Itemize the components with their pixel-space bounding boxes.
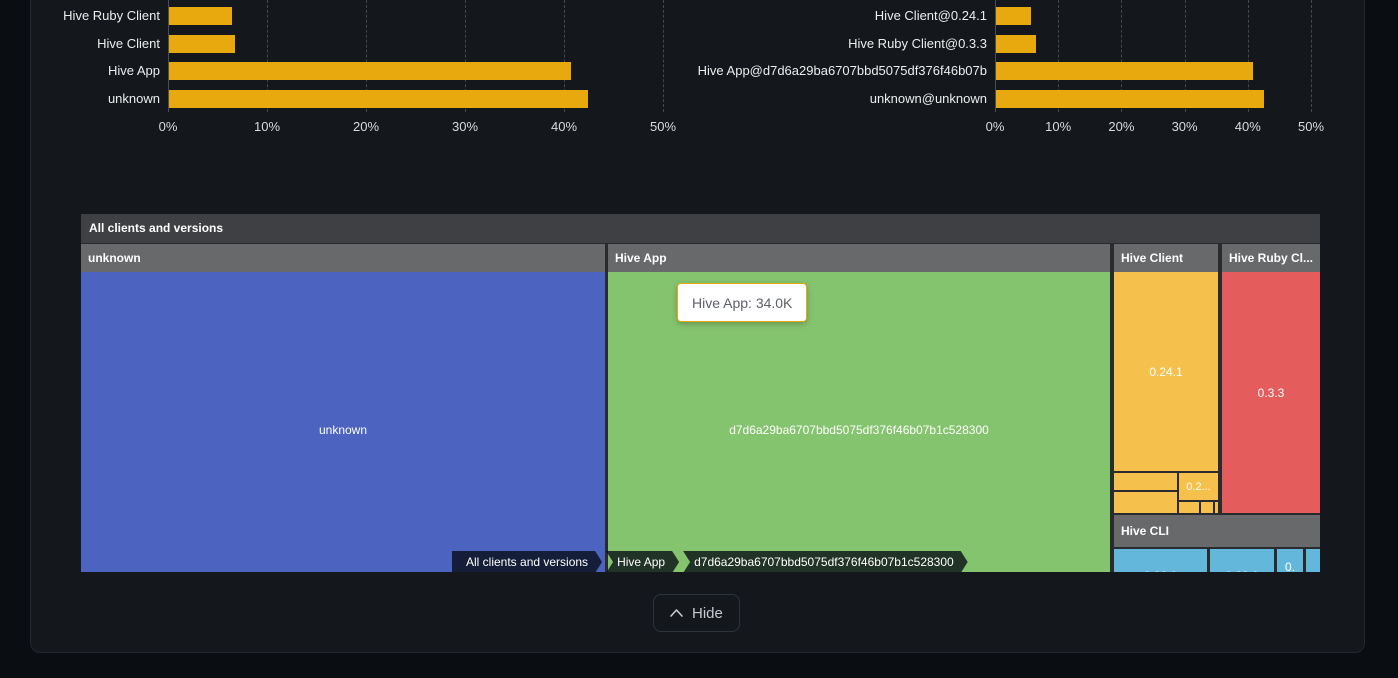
breadcrumb-item-hive-app[interactable]: Hive App [606, 551, 679, 572]
treemap-cell-hive-client-tiny-3[interactable] [1215, 502, 1218, 513]
treemap-section-hive-cli-header[interactable]: Hive CLI [1114, 515, 1320, 547]
treemap-cell-hive-cli-3[interactable]: 0. [1277, 549, 1303, 572]
x-tick-label: 0% [965, 119, 1025, 134]
treemap-section-unknown[interactable]: unknown unknown [81, 244, 605, 572]
x-tick-label: 40% [1218, 119, 1278, 134]
x-tick-label: 10% [237, 119, 297, 134]
treemap-cell-0-24-1[interactable]: 0.24.1 [1114, 272, 1218, 471]
treemap-cell-hive-app-hash-label: d7d6a29ba6707bbd5075df376f46b07b1c528300 [608, 423, 1110, 437]
category-label: Hive Ruby Client [0, 9, 160, 23]
x-tick-label: 10% [1028, 119, 1088, 134]
treemap-title-bar[interactable]: All clients and versions [81, 214, 1320, 243]
bar-hive-app-d7d6a29ba6707bbd5075df376f46b07b[interactable] [996, 62, 1253, 80]
treemap-section-hive-client[interactable]: Hive Client 0.24.1 0.2... [1114, 244, 1218, 513]
breadcrumb-item-root[interactable]: All clients and versions [452, 551, 602, 572]
treemap-tooltip-text: Hive App: 34.0K [692, 295, 792, 311]
x-tick-label: 30% [435, 119, 495, 134]
treemap-section-unknown-header[interactable]: unknown [81, 244, 605, 272]
treemap-cell-hive-client-small-2-label: 0.2... [1186, 481, 1210, 493]
category-label: unknown [0, 92, 160, 106]
treemap-cell-hive-cli-2[interactable]: 0.23.0 [1210, 549, 1274, 572]
breadcrumb: All clients and versions Hive App d7d6a2… [452, 551, 968, 572]
treemap-tooltip: Hive App: 34.0K [677, 283, 807, 322]
x-tick-label: 20% [1091, 119, 1151, 134]
treemap-cell-hive-client-small-1[interactable] [1114, 473, 1177, 490]
treemap-section-hive-ruby-client-header[interactable]: Hive Ruby Cl... [1222, 244, 1320, 272]
treemap-cell-unknown-label: unknown [81, 423, 605, 437]
bar-hive-ruby-client[interactable] [169, 7, 232, 25]
treemap-cell-hive-client-tiny-2[interactable] [1201, 502, 1213, 513]
x-tick-label: 30% [1155, 119, 1215, 134]
treemap-cell-0-24-1-label: 0.24.1 [1149, 365, 1182, 379]
x-gridline [1311, 0, 1312, 112]
breadcrumb-item-hash[interactable]: d7d6a29ba6707bbd5075df376f46b07b1c528300 [683, 551, 968, 572]
category-label: unknown@unknown [687, 92, 987, 106]
treemap-cell-hive-client-tiny-1[interactable] [1179, 502, 1199, 513]
bar-hive-app[interactable] [169, 62, 571, 80]
treemap-cell-unknown[interactable]: unknown [81, 272, 605, 572]
bar-unknown-unknown[interactable] [996, 90, 1264, 108]
hide-button-label: Hide [692, 605, 723, 622]
bar-charts-row: 0%10%20%30%40%50%Hive Ruby ClientHive Cl… [0, 0, 1398, 160]
treemap-cell-hive-cli-4[interactable] [1306, 549, 1320, 572]
x-tick-label: 0% [138, 119, 198, 134]
chevron-up-icon [670, 609, 683, 617]
treemap-cell-hive-cli-1-label: 0.23.0 [1144, 569, 1177, 573]
category-label: Hive Client@0.24.1 [687, 9, 987, 23]
treemap-cell-0-3-3[interactable]: 0.3.3 [1222, 272, 1320, 513]
category-label: Hive Client [0, 37, 160, 51]
x-tick-label: 50% [1281, 119, 1341, 134]
hide-button[interactable]: Hide [653, 594, 740, 632]
category-label: Hive App [0, 64, 160, 78]
treemap-cell-0-3-3-label: 0.3.3 [1258, 386, 1285, 400]
x-tick-label: 20% [336, 119, 396, 134]
x-gridline [663, 0, 664, 112]
bar-unknown[interactable] [169, 90, 588, 108]
bar-hive-client-0-24-1[interactable] [996, 7, 1031, 25]
treemap-section-hive-ruby-client[interactable]: Hive Ruby Cl... 0.3.3 [1222, 244, 1320, 513]
clients-treemap[interactable]: All clients and versions unknown unknown… [81, 214, 1320, 572]
treemap-section-hive-client-header[interactable]: Hive Client [1114, 244, 1218, 272]
bar-hive-client[interactable] [169, 35, 235, 53]
treemap-section-hive-cli[interactable]: Hive CLI 0.23.0 0.23.0 0. [1114, 515, 1320, 572]
treemap-cell-hive-cli-2-label: 0.23.0 [1225, 569, 1258, 573]
treemap-cell-hive-cli-1[interactable]: 0.23.0 [1114, 549, 1207, 572]
category-label: Hive App@d7d6a29ba6707bbd5075df376f46b07… [687, 64, 987, 78]
category-label: Hive Ruby Client@0.3.3 [687, 37, 987, 51]
treemap-cell-hive-client-small-2[interactable]: 0.2... [1179, 473, 1218, 500]
treemap-section-hive-app-header[interactable]: Hive App [608, 244, 1110, 272]
treemap-cell-hive-client-small-3[interactable] [1114, 492, 1177, 513]
x-tick-label: 40% [534, 119, 594, 134]
treemap-cell-hive-cli-3-label: 0. [1285, 560, 1295, 572]
bar-hive-ruby-client-0-3-3[interactable] [996, 35, 1036, 53]
x-tick-label: 50% [633, 119, 693, 134]
